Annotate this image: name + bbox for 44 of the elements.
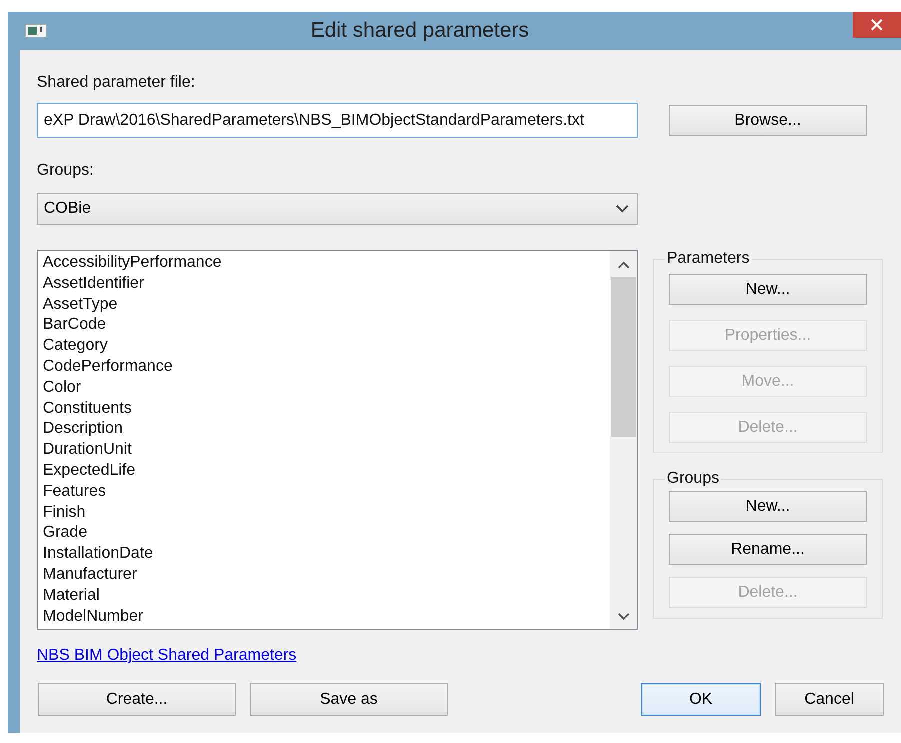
parameter-list[interactable] [37, 250, 638, 630]
list-item[interactable]: DurationUnit [42, 440, 610, 461]
link[interactable]: NBS BIM Object Shared Parameters [37, 647, 297, 664]
groups-dropdown[interactable]: COBie [37, 193, 638, 225]
button[interactable]: OK [641, 683, 761, 716]
window-icon [25, 24, 47, 38]
button[interactable]: Cancel [775, 683, 884, 716]
scrollbar-thumb[interactable] [611, 277, 636, 437]
file-path-field[interactable]: eXP Draw\2016\SharedParameters\NBS_BIMObjectStandardParameters.txt [37, 103, 638, 138]
field-label: Groups: [37, 162, 95, 180]
list-item[interactable]: Color [42, 378, 610, 399]
list-item[interactable]: Features [42, 482, 610, 503]
list-item[interactable]: AssetType [42, 294, 610, 316]
group-title: Parameters [666, 250, 751, 268]
scrollbar[interactable] [610, 251, 637, 629]
button[interactable]: Create... [38, 683, 236, 716]
list-item[interactable]: Constituents [42, 398, 610, 420]
list-item[interactable]: Manufacturer [42, 564, 610, 586]
field-label: Shared parameter file: [37, 73, 196, 92]
list-item[interactable]: Description [42, 419, 610, 440]
list-item[interactable]: AccessibilityPerformance [42, 253, 610, 274]
list-item[interactable]: AssetIdentifier [42, 274, 610, 295]
button[interactable]: Rename... [669, 534, 867, 565]
chevron-down-icon[interactable] [618, 613, 630, 621]
chevron-down-icon [616, 205, 629, 213]
close-button[interactable] [853, 12, 901, 38]
list-item[interactable]: Finish [42, 502, 610, 524]
button[interactable]: New... [669, 491, 867, 522]
list-item[interactable]: BarCode [42, 315, 610, 336]
list-item[interactable]: Material [42, 586, 610, 607]
list-item[interactable]: Grade [42, 523, 610, 544]
browse-button[interactable]: Browse... [669, 105, 867, 136]
list-item[interactable]: InstallationDate [42, 544, 610, 565]
list-item[interactable]: Category [42, 336, 610, 357]
button[interactable]: New... [669, 274, 867, 305]
group-title: Groups [666, 470, 720, 488]
list-item[interactable]: ExpectedLife [42, 460, 610, 482]
chevron-up-icon[interactable] [618, 261, 630, 269]
button[interactable]: Save as [250, 683, 448, 716]
list-item[interactable]: ModelNumber [42, 606, 610, 628]
close-icon [871, 19, 883, 31]
window-title: Edit shared parameters [310, 18, 530, 44]
list-item[interactable]: CodePerformance [42, 356, 610, 378]
dropdown-value: COBie [44, 200, 92, 218]
